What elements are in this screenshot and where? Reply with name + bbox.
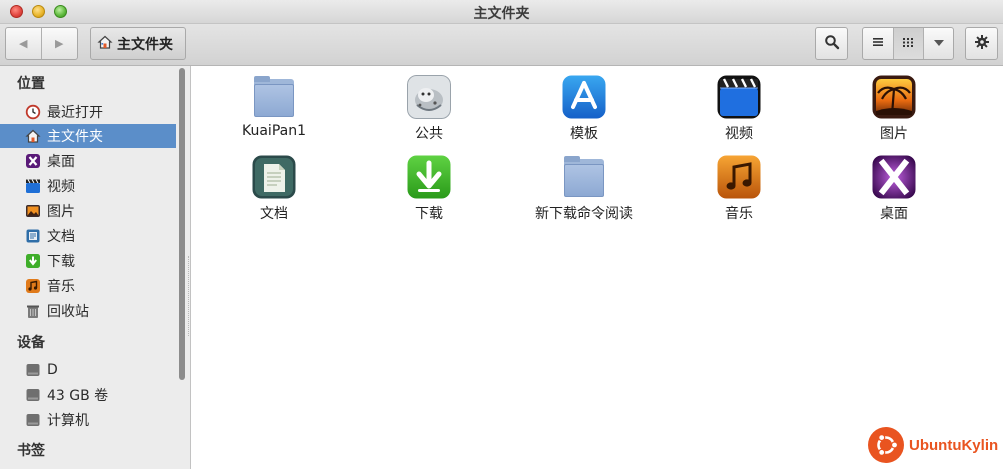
ubuntu-logo-icon — [868, 427, 904, 463]
logo-text: UbuntuKylin — [909, 436, 999, 454]
pane-resize-handle[interactable] — [188, 256, 190, 336]
sidebar-item-label: 43 GB 卷 — [47, 388, 109, 404]
back-arrow-icon: ◀ — [19, 37, 28, 50]
sidebar-item-music[interactable]: 音乐 — [0, 274, 176, 298]
sidebar-item-label: 文档 — [47, 229, 75, 245]
sidebar-item-label: D — [47, 362, 58, 378]
file-item-desktop[interactable]: 桌面 — [829, 155, 959, 223]
file-label: 桌面 — [880, 206, 908, 222]
sidebar-heading-places: 位置 — [17, 76, 45, 92]
templates-icon — [562, 75, 606, 119]
sidebar-item-computer[interactable]: 计算机 — [0, 408, 176, 432]
downloads-icon — [407, 155, 451, 199]
sidebar-item-label: 图片 — [47, 204, 75, 220]
chevron-down-icon — [933, 36, 945, 52]
list-view-button[interactable] — [863, 28, 893, 59]
sidebar-item-volume-43gb[interactable]: 43 GB 卷 — [0, 383, 176, 407]
sidebar-item-label: 音乐 — [47, 279, 75, 295]
folder-icon — [252, 75, 296, 119]
location-label: 主文件夹 — [117, 36, 173, 53]
icon-view-button[interactable] — [892, 28, 923, 59]
drive-icon — [25, 412, 41, 428]
file-label: 公共 — [415, 126, 443, 142]
downloads-icon — [25, 253, 41, 269]
desktop-icon — [25, 153, 41, 169]
pictures-icon — [25, 203, 41, 219]
toolbar: ◀ ▶ 主文件夹 — [0, 24, 1003, 66]
settings-button[interactable] — [965, 27, 998, 60]
sidebar-scrollbar[interactable] — [179, 68, 185, 380]
window-title: 主文件夹 — [473, 6, 530, 22]
sidebar-item-recent[interactable]: 最近打开 — [0, 100, 176, 124]
sidebar-item-label: 计算机 — [47, 413, 89, 429]
sidebar-item-label: 主文件夹 — [47, 129, 103, 145]
sidebar-item-label: 桌面 — [47, 154, 75, 170]
forward-button[interactable]: ▶ — [42, 28, 78, 59]
sidebar-item-drive-d[interactable]: D — [0, 358, 176, 382]
public-icon — [407, 75, 451, 119]
search-icon — [824, 34, 840, 54]
file-item-kuaipan1[interactable]: KuaiPan1 — [209, 75, 339, 139]
drive-icon — [25, 362, 41, 378]
view-mode-buttons — [862, 27, 954, 60]
list-icon — [872, 36, 884, 52]
file-label: 图片 — [880, 126, 908, 142]
file-label: 文档 — [260, 206, 288, 222]
sidebar-item-label: 视频 — [47, 179, 75, 195]
pictures-icon — [872, 75, 916, 119]
file-item-pictures[interactable]: 图片 — [829, 75, 959, 143]
sidebar-item-home[interactable]: 主文件夹 — [0, 124, 176, 148]
view-options-dropdown[interactable] — [923, 28, 953, 59]
file-label: 视频 — [725, 126, 753, 142]
sidebar-item-videos[interactable]: 视频 — [0, 174, 176, 198]
recent-icon — [25, 104, 41, 120]
ubuntukylin-logo: UbuntuKylin — [868, 425, 998, 465]
sidebar-item-desktop[interactable]: 桌面 — [0, 149, 176, 173]
file-item-documents[interactable]: 文档 — [209, 155, 339, 223]
music-icon — [717, 155, 761, 199]
file-item-music[interactable]: 音乐 — [674, 155, 804, 223]
location-button-home[interactable]: 主文件夹 — [90, 27, 186, 60]
trash-icon — [25, 303, 41, 319]
search-button[interactable] — [815, 27, 848, 60]
sidebar-heading-devices: 设备 — [17, 335, 45, 351]
sidebar-item-pictures[interactable]: 图片 — [0, 199, 176, 223]
file-item-videos[interactable]: 视频 — [674, 75, 804, 143]
sidebar: 位置 最近打开 主文件夹 桌面 视频 图片 文档 下载 音乐 回收站 设备 D — [0, 66, 191, 469]
drive-icon — [25, 387, 41, 403]
documents-icon — [25, 228, 41, 244]
desktop-icon — [872, 155, 916, 199]
sidebar-item-trash[interactable]: 回收站 — [0, 299, 176, 323]
music-icon — [25, 278, 41, 294]
grid-icon — [902, 36, 914, 52]
file-item-new-download-folder[interactable]: 新下载命令阅读 — [519, 155, 649, 223]
file-label: 下载 — [415, 206, 443, 222]
file-item-public[interactable]: 公共 — [364, 75, 494, 143]
file-label: KuaiPan1 — [242, 123, 306, 139]
file-icon-grid: KuaiPan1 公共 模板 视频 图片 文档 下载 新下载命令阅读 音乐 桌面… — [192, 66, 1003, 469]
home-icon — [97, 34, 113, 54]
forward-arrow-icon: ▶ — [55, 37, 64, 50]
sidebar-item-downloads[interactable]: 下载 — [0, 249, 176, 273]
sidebar-item-label: 回收站 — [47, 304, 89, 320]
file-label: 音乐 — [725, 206, 753, 222]
sidebar-item-label: 最近打开 — [47, 105, 103, 121]
title-bar: 主文件夹 — [0, 0, 1003, 24]
home-icon — [25, 128, 41, 144]
navigation-buttons: ◀ ▶ — [5, 27, 78, 60]
gear-icon — [974, 34, 990, 54]
sidebar-item-documents[interactable]: 文档 — [0, 224, 176, 248]
videos-icon — [717, 75, 761, 119]
documents-icon — [252, 155, 296, 199]
file-item-templates[interactable]: 模板 — [519, 75, 649, 143]
file-item-downloads[interactable]: 下载 — [364, 155, 494, 223]
sidebar-heading-bookmarks: 书签 — [17, 443, 45, 459]
videos-icon — [25, 178, 41, 194]
folder-icon — [562, 155, 606, 199]
file-label: 模板 — [570, 126, 598, 142]
sidebar-item-label: 下载 — [47, 254, 75, 270]
back-button[interactable]: ◀ — [6, 28, 42, 59]
file-label: 新下载命令阅读 — [535, 206, 633, 222]
